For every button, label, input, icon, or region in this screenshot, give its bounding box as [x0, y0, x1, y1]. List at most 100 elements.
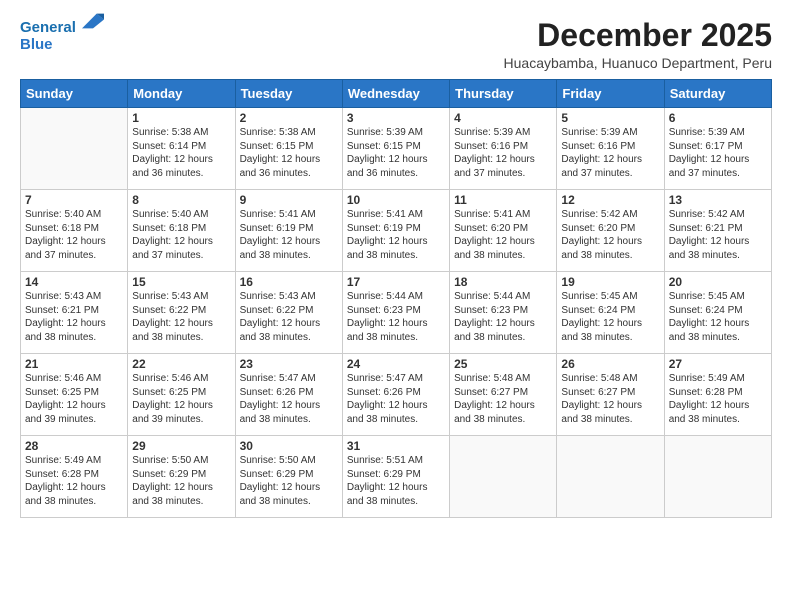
- day-info: Sunrise: 5:44 AMSunset: 6:23 PMDaylight:…: [454, 290, 552, 344]
- calendar-cell: 22Sunrise: 5:46 AMSunset: 6:25 PMDayligh…: [128, 354, 235, 436]
- day-info: Sunrise: 5:41 AMSunset: 6:19 PMDaylight:…: [347, 208, 445, 262]
- day-number: 14: [25, 275, 123, 289]
- day-info: Sunrise: 5:40 AMSunset: 6:18 PMDaylight:…: [25, 208, 123, 262]
- day-number: 25: [454, 357, 552, 371]
- day-number: 11: [454, 193, 552, 207]
- calendar-cell: 26Sunrise: 5:48 AMSunset: 6:27 PMDayligh…: [557, 354, 664, 436]
- day-info: Sunrise: 5:50 AMSunset: 6:29 PMDaylight:…: [240, 454, 338, 508]
- calendar-cell: 9Sunrise: 5:41 AMSunset: 6:19 PMDaylight…: [235, 190, 342, 272]
- day-info: Sunrise: 5:41 AMSunset: 6:20 PMDaylight:…: [454, 208, 552, 262]
- calendar-cell: 2Sunrise: 5:38 AMSunset: 6:15 PMDaylight…: [235, 108, 342, 190]
- calendar-week-row: 7Sunrise: 5:40 AMSunset: 6:18 PMDaylight…: [21, 190, 772, 272]
- logo-text: General: [20, 18, 104, 36]
- day-number: 7: [25, 193, 123, 207]
- day-info: Sunrise: 5:43 AMSunset: 6:22 PMDaylight:…: [240, 290, 338, 344]
- calendar-week-row: 1Sunrise: 5:38 AMSunset: 6:14 PMDaylight…: [21, 108, 772, 190]
- day-info: Sunrise: 5:38 AMSunset: 6:15 PMDaylight:…: [240, 126, 338, 180]
- calendar-cell: 29Sunrise: 5:50 AMSunset: 6:29 PMDayligh…: [128, 436, 235, 518]
- calendar-cell: 19Sunrise: 5:45 AMSunset: 6:24 PMDayligh…: [557, 272, 664, 354]
- day-number: 22: [132, 357, 230, 371]
- day-number: 8: [132, 193, 230, 207]
- day-info: Sunrise: 5:39 AMSunset: 6:17 PMDaylight:…: [669, 126, 767, 180]
- day-number: 30: [240, 439, 338, 453]
- calendar-cell: 18Sunrise: 5:44 AMSunset: 6:23 PMDayligh…: [450, 272, 557, 354]
- day-info: Sunrise: 5:39 AMSunset: 6:15 PMDaylight:…: [347, 126, 445, 180]
- col-wednesday: Wednesday: [342, 80, 449, 108]
- day-info: Sunrise: 5:48 AMSunset: 6:27 PMDaylight:…: [561, 372, 659, 426]
- calendar-cell: [21, 108, 128, 190]
- day-number: 2: [240, 111, 338, 125]
- calendar-cell: [557, 436, 664, 518]
- day-info: Sunrise: 5:47 AMSunset: 6:26 PMDaylight:…: [347, 372, 445, 426]
- calendar-cell: 6Sunrise: 5:39 AMSunset: 6:17 PMDaylight…: [664, 108, 771, 190]
- calendar-cell: 24Sunrise: 5:47 AMSunset: 6:26 PMDayligh…: [342, 354, 449, 436]
- calendar-cell: 4Sunrise: 5:39 AMSunset: 6:16 PMDaylight…: [450, 108, 557, 190]
- calendar-cell: 12Sunrise: 5:42 AMSunset: 6:20 PMDayligh…: [557, 190, 664, 272]
- day-info: Sunrise: 5:49 AMSunset: 6:28 PMDaylight:…: [25, 454, 123, 508]
- day-number: 18: [454, 275, 552, 289]
- day-info: Sunrise: 5:40 AMSunset: 6:18 PMDaylight:…: [132, 208, 230, 262]
- calendar-subtitle: Huacaybamba, Huanuco Department, Peru: [504, 55, 772, 71]
- calendar-cell: 10Sunrise: 5:41 AMSunset: 6:19 PMDayligh…: [342, 190, 449, 272]
- calendar-title: December 2025: [504, 18, 772, 53]
- calendar-cell: 21Sunrise: 5:46 AMSunset: 6:25 PMDayligh…: [21, 354, 128, 436]
- day-number: 13: [669, 193, 767, 207]
- logo-icon: [82, 10, 104, 32]
- day-info: Sunrise: 5:45 AMSunset: 6:24 PMDaylight:…: [669, 290, 767, 344]
- day-number: 4: [454, 111, 552, 125]
- day-number: 31: [347, 439, 445, 453]
- day-info: Sunrise: 5:43 AMSunset: 6:21 PMDaylight:…: [25, 290, 123, 344]
- calendar-cell: 1Sunrise: 5:38 AMSunset: 6:14 PMDaylight…: [128, 108, 235, 190]
- calendar-cell: 31Sunrise: 5:51 AMSunset: 6:29 PMDayligh…: [342, 436, 449, 518]
- calendar-cell: 16Sunrise: 5:43 AMSunset: 6:22 PMDayligh…: [235, 272, 342, 354]
- day-number: 26: [561, 357, 659, 371]
- day-info: Sunrise: 5:51 AMSunset: 6:29 PMDaylight:…: [347, 454, 445, 508]
- day-info: Sunrise: 5:43 AMSunset: 6:22 PMDaylight:…: [132, 290, 230, 344]
- calendar-week-row: 14Sunrise: 5:43 AMSunset: 6:21 PMDayligh…: [21, 272, 772, 354]
- col-tuesday: Tuesday: [235, 80, 342, 108]
- day-number: 15: [132, 275, 230, 289]
- day-number: 12: [561, 193, 659, 207]
- calendar-cell: 11Sunrise: 5:41 AMSunset: 6:20 PMDayligh…: [450, 190, 557, 272]
- day-number: 1: [132, 111, 230, 125]
- calendar-cell: 8Sunrise: 5:40 AMSunset: 6:18 PMDaylight…: [128, 190, 235, 272]
- day-info: Sunrise: 5:49 AMSunset: 6:28 PMDaylight:…: [669, 372, 767, 426]
- day-number: 29: [132, 439, 230, 453]
- calendar-cell: [664, 436, 771, 518]
- day-number: 17: [347, 275, 445, 289]
- calendar-cell: 5Sunrise: 5:39 AMSunset: 6:16 PMDaylight…: [557, 108, 664, 190]
- calendar-cell: 28Sunrise: 5:49 AMSunset: 6:28 PMDayligh…: [21, 436, 128, 518]
- calendar-cell: 7Sunrise: 5:40 AMSunset: 6:18 PMDaylight…: [21, 190, 128, 272]
- calendar-table: Sunday Monday Tuesday Wednesday Thursday…: [20, 79, 772, 518]
- logo: General Blue: [20, 18, 104, 54]
- day-number: 10: [347, 193, 445, 207]
- day-info: Sunrise: 5:42 AMSunset: 6:21 PMDaylight:…: [669, 208, 767, 262]
- page: General Blue December 2025 Huacaybamba, …: [0, 0, 792, 612]
- col-monday: Monday: [128, 80, 235, 108]
- day-info: Sunrise: 5:39 AMSunset: 6:16 PMDaylight:…: [454, 126, 552, 180]
- day-number: 20: [669, 275, 767, 289]
- day-number: 27: [669, 357, 767, 371]
- day-info: Sunrise: 5:45 AMSunset: 6:24 PMDaylight:…: [561, 290, 659, 344]
- day-number: 16: [240, 275, 338, 289]
- col-thursday: Thursday: [450, 80, 557, 108]
- day-number: 23: [240, 357, 338, 371]
- day-number: 3: [347, 111, 445, 125]
- day-number: 6: [669, 111, 767, 125]
- calendar-cell: 13Sunrise: 5:42 AMSunset: 6:21 PMDayligh…: [664, 190, 771, 272]
- calendar-week-row: 21Sunrise: 5:46 AMSunset: 6:25 PMDayligh…: [21, 354, 772, 436]
- calendar-cell: 20Sunrise: 5:45 AMSunset: 6:24 PMDayligh…: [664, 272, 771, 354]
- calendar-week-row: 28Sunrise: 5:49 AMSunset: 6:28 PMDayligh…: [21, 436, 772, 518]
- day-info: Sunrise: 5:38 AMSunset: 6:14 PMDaylight:…: [132, 126, 230, 180]
- calendar-cell: 25Sunrise: 5:48 AMSunset: 6:27 PMDayligh…: [450, 354, 557, 436]
- calendar-cell: 27Sunrise: 5:49 AMSunset: 6:28 PMDayligh…: [664, 354, 771, 436]
- day-number: 9: [240, 193, 338, 207]
- day-number: 24: [347, 357, 445, 371]
- calendar-cell: 15Sunrise: 5:43 AMSunset: 6:22 PMDayligh…: [128, 272, 235, 354]
- calendar-cell: [450, 436, 557, 518]
- day-info: Sunrise: 5:42 AMSunset: 6:20 PMDaylight:…: [561, 208, 659, 262]
- col-friday: Friday: [557, 80, 664, 108]
- calendar-cell: 3Sunrise: 5:39 AMSunset: 6:15 PMDaylight…: [342, 108, 449, 190]
- day-number: 28: [25, 439, 123, 453]
- day-info: Sunrise: 5:47 AMSunset: 6:26 PMDaylight:…: [240, 372, 338, 426]
